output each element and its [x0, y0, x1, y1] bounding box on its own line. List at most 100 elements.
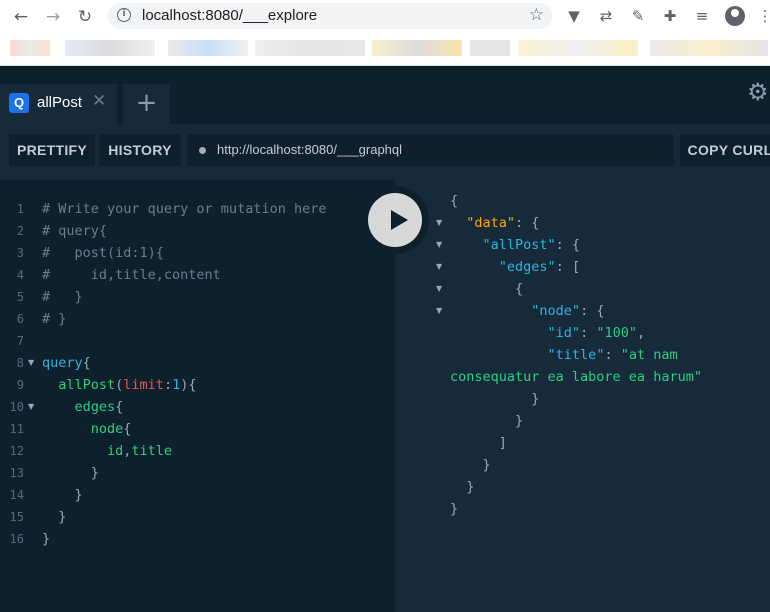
code-line: "allPost": {: [450, 234, 581, 256]
reload-icon[interactable]: ↻: [75, 7, 95, 27]
fold-arrow-icon[interactable]: ▼: [28, 352, 34, 374]
code-token: # post(id:1){: [42, 245, 164, 261]
code-token: # id,title,content: [42, 267, 221, 283]
line-number: 6: [16, 312, 24, 326]
code-line: id,title: [42, 440, 172, 462]
fold-arrow-icon[interactable]: ▼: [436, 212, 442, 234]
bookmark-item[interactable]: [650, 40, 768, 56]
add-tab-button[interactable]: +: [123, 84, 170, 124]
line-number: 10: [9, 400, 24, 414]
code-line: ]: [450, 432, 507, 454]
media-control-icon[interactable]: ≡: [692, 6, 712, 26]
vue-devtools-icon[interactable]: ▼: [564, 6, 584, 26]
forward-icon[interactable]: →: [43, 7, 63, 27]
code-token: {: [450, 193, 459, 209]
code-token: "node": [531, 303, 581, 319]
query-badge: Q: [9, 93, 29, 113]
code-token: node: [42, 421, 124, 437]
avatar[interactable]: [725, 6, 745, 26]
code-token: # }: [42, 289, 83, 305]
code-line: }: [450, 476, 474, 498]
code-token: }: [42, 487, 83, 503]
code-line: query{: [42, 352, 91, 374]
code-token: title: [131, 443, 173, 459]
line-number: 2: [16, 224, 24, 238]
fold-arrow-icon[interactable]: ▼: [436, 278, 442, 300]
close-icon[interactable]: ✕: [92, 91, 106, 111]
translate-extension-icon[interactable]: ⇄: [596, 6, 616, 26]
code-token: allPost: [42, 377, 116, 393]
code-line: }: [42, 506, 66, 528]
code-token: # }: [42, 311, 67, 327]
back-icon[interactable]: ←: [11, 7, 31, 27]
result-viewer: {▼ "data": {▼ "allPost": {▼ "edges": [▼ …: [395, 180, 770, 612]
tab-allpost[interactable]: Q allPost ✕: [0, 84, 117, 124]
bookmarks-bar: [0, 33, 770, 66]
info-icon[interactable]: i: [117, 8, 131, 22]
browser-toolbar: ← → ↻ i localhost:8080/___explore ☆ ▼ ⇄ …: [0, 0, 770, 33]
bookmark-item[interactable]: [255, 40, 365, 56]
bookmark-item[interactable]: [168, 40, 248, 56]
bookmark-item[interactable]: [518, 40, 638, 56]
execute-query-button[interactable]: [361, 186, 429, 254]
code-line: }: [42, 528, 50, 550]
extensions-icon[interactable]: ✚: [660, 6, 680, 26]
copy-curl-button[interactable]: COPY CURL: [680, 134, 770, 166]
code-token: }: [450, 413, 524, 429]
bookmark-item[interactable]: [10, 40, 50, 56]
code-token: consequatur ea labore ea harum": [450, 369, 702, 385]
code-token: :: [580, 325, 597, 341]
fold-arrow-icon[interactable]: ▼: [436, 256, 442, 278]
code-token: }: [450, 501, 459, 517]
code-line: }: [42, 484, 83, 506]
code-line: "title": "at nam: [450, 344, 678, 366]
address-url[interactable]: localhost:8080/___explore: [142, 7, 317, 24]
code-token: }: [450, 391, 540, 407]
bookmark-item[interactable]: [65, 40, 155, 56]
fold-arrow-icon[interactable]: ▼: [436, 234, 442, 256]
code-token: limit: [123, 377, 164, 393]
code-line: # post(id:1){: [42, 242, 164, 264]
code-token: {: [123, 421, 132, 437]
play-button[interactable]: [368, 193, 422, 247]
code-token: edges: [42, 399, 116, 415]
evernote-icon[interactable]: ✎: [628, 6, 648, 26]
star-icon[interactable]: ☆: [529, 5, 544, 25]
endpoint-url[interactable]: http://localhost:8080/___graphql: [217, 142, 402, 157]
fold-arrow-icon[interactable]: ▼: [28, 396, 34, 418]
endpoint-field[interactable]: http://localhost:8080/___graphql: [187, 134, 674, 166]
code-line: consequatur ea labore ea harum": [450, 366, 702, 388]
address-bar[interactable]: i localhost:8080/___explore ☆: [108, 3, 552, 29]
code-token: }: [42, 509, 67, 525]
menu-icon[interactable]: ⋮: [755, 6, 770, 26]
code-line: "edges": [: [450, 256, 580, 278]
line-number: 14: [9, 488, 24, 502]
line-number: 11: [9, 422, 24, 436]
code-token: # query{: [42, 223, 108, 239]
code-line: "id": "100",: [450, 322, 646, 344]
code-token: {: [450, 281, 524, 297]
bookmark-item[interactable]: [372, 40, 462, 56]
code-token: {: [82, 355, 91, 371]
code-line: {: [450, 278, 523, 300]
prettify-button[interactable]: PRETTIFY: [9, 134, 95, 166]
code-token: "at nam: [620, 347, 678, 363]
line-number: 8: [16, 356, 24, 370]
bookmark-item[interactable]: [470, 40, 510, 56]
code-token: ,: [636, 325, 646, 341]
code-line: }: [450, 454, 491, 476]
code-token: ){: [180, 377, 197, 393]
fold-arrow-icon[interactable]: ▼: [436, 300, 442, 322]
history-button[interactable]: HISTORY: [99, 134, 181, 166]
query-editor[interactable]: 1 # Write your query or mutation here 2 # q…: [0, 180, 395, 612]
code-line: # id,title,content: [42, 264, 221, 286]
code-token: }: [42, 531, 51, 547]
code-line: "data": {: [450, 212, 539, 234]
gear-icon[interactable]: ⚙: [747, 80, 770, 104]
code-token: : {: [580, 303, 605, 319]
code-line: # }: [42, 286, 83, 308]
